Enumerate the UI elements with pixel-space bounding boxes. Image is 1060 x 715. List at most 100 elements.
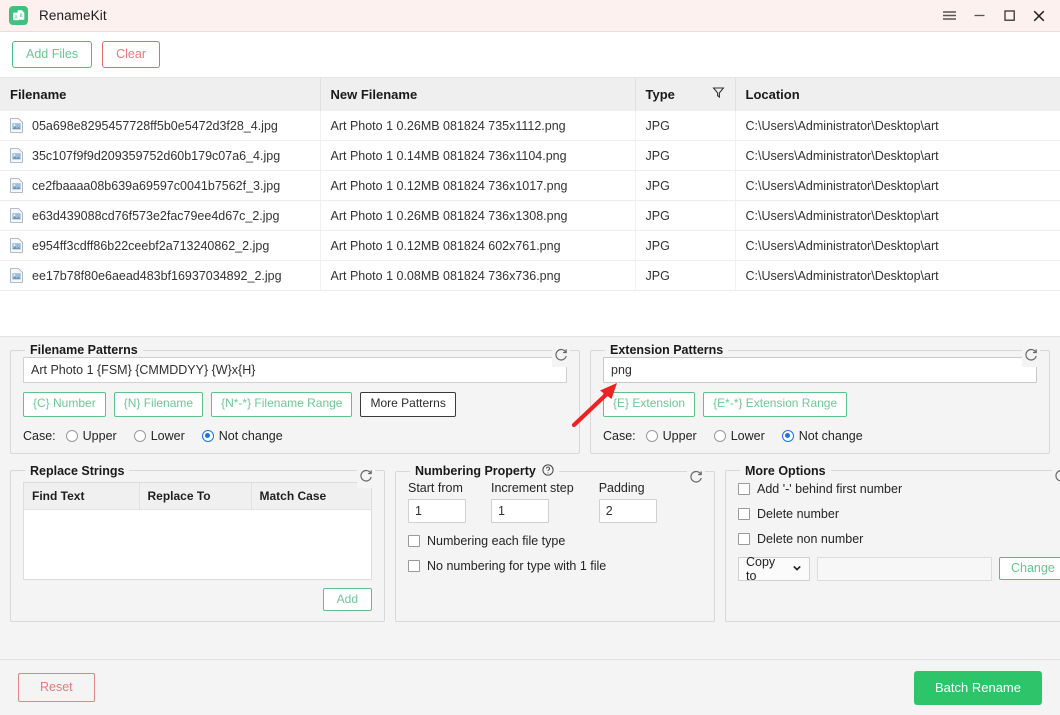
refresh-icon[interactable] bbox=[357, 468, 375, 488]
numbering-property-panel: Numbering Property Start from 1 Incremen… bbox=[395, 463, 715, 622]
filename-patterns-panel: Filename Patterns {C} Number {N} Filenam… bbox=[10, 343, 580, 454]
svg-text:B: B bbox=[19, 13, 22, 19]
reset-button[interactable]: Reset bbox=[18, 673, 95, 702]
cell-new-filename: Art Photo 1 0.12MB 081824 736x1017.png bbox=[320, 170, 636, 201]
title-bar: A B RenameKit bbox=[0, 0, 1060, 32]
cell-location: C:\Users\Administrator\Desktop\art bbox=[735, 140, 1060, 171]
bottom-action-bar: Reset Batch Rename bbox=[0, 659, 1060, 715]
replace-strings-table[interactable]: Find Text Replace To Match Case bbox=[23, 481, 372, 580]
column-header-type[interactable]: Type bbox=[635, 78, 736, 111]
chip-extension-range-token[interactable]: {E*-*} Extension Range bbox=[703, 392, 848, 417]
column-header-match-case: Match Case bbox=[251, 482, 371, 510]
filename-text: ce2fbaaaa08b639a69597c0041b7562f_3.jpg bbox=[32, 178, 281, 193]
table-row[interactable]: e954ff3cdff86b22ceebf2a713240862_2.jpg A… bbox=[0, 230, 1060, 261]
start-from-input[interactable] bbox=[408, 498, 466, 523]
column-header-find-text: Find Text bbox=[24, 482, 140, 510]
increment-step-field: Increment step bbox=[491, 481, 574, 523]
image-file-icon bbox=[10, 238, 23, 253]
checkbox-add-dash-behind-first-number[interactable]: Add '-' behind first number bbox=[738, 482, 1060, 496]
numbering-title-text: Numbering Property bbox=[415, 463, 536, 478]
numbering-fields: Start from Increment step Padding bbox=[408, 481, 702, 523]
menu-icon[interactable] bbox=[934, 1, 964, 31]
radio-label: Upper bbox=[82, 428, 117, 443]
batch-rename-button[interactable]: Batch Rename bbox=[914, 670, 1042, 705]
add-files-button[interactable]: Add Files bbox=[12, 40, 93, 69]
refresh-icon[interactable] bbox=[1022, 348, 1040, 367]
add-replace-rule-button[interactable]: Add bbox=[322, 587, 372, 611]
padding-input[interactable] bbox=[598, 498, 657, 523]
checkbox-numbering-each-file-type[interactable]: Numbering each file type bbox=[408, 534, 702, 548]
radio-case-not-change[interactable]: Not change bbox=[201, 428, 283, 443]
more-options-title: More Options bbox=[745, 463, 826, 478]
cell-filename: 35c107f9f9d209359752d60b179c07a6_4.jpg bbox=[0, 140, 321, 171]
filename-text: 05a698e8295457728ff5b0e5472d3f28_4.jpg bbox=[32, 118, 278, 133]
help-icon[interactable] bbox=[542, 464, 554, 479]
clear-button[interactable]: Clear bbox=[102, 40, 160, 69]
radio-circle bbox=[713, 429, 726, 442]
radio-label: Upper bbox=[662, 428, 697, 443]
copy-to-path-input[interactable] bbox=[817, 556, 992, 581]
checkbox-label: No numbering for type with 1 file bbox=[427, 558, 607, 573]
chip-filename-token[interactable]: {N} Filename bbox=[113, 392, 204, 417]
column-header-filename[interactable]: Filename bbox=[0, 78, 321, 111]
radio-case-lower[interactable]: Lower bbox=[133, 429, 185, 443]
chip-extension-token[interactable]: {E} Extension bbox=[603, 392, 696, 417]
image-file-icon bbox=[10, 118, 23, 133]
filename-pattern-input[interactable] bbox=[23, 357, 567, 383]
column-header-new-filename[interactable]: New Filename bbox=[320, 78, 636, 111]
chip-filename-range-token[interactable]: {N*-*} Filename Range bbox=[211, 392, 353, 417]
extension-pattern-input[interactable] bbox=[603, 357, 1037, 383]
cell-location: C:\Users\Administrator\Desktop\art bbox=[735, 170, 1060, 201]
file-list-table[interactable]: Filename New Filename Type Location 05a6… bbox=[0, 78, 1060, 337]
chip-number-token[interactable]: {C} Number bbox=[23, 392, 106, 417]
filter-icon[interactable] bbox=[711, 86, 725, 102]
replace-strings-footer: Add bbox=[23, 587, 372, 611]
renamekit-window: A B RenameKit Add Files Clear Filename N… bbox=[0, 0, 1060, 715]
table-row[interactable]: ee17b78f80e6aead483bf16937034892_2.jpg A… bbox=[0, 260, 1060, 291]
checkbox-box bbox=[738, 482, 750, 495]
maximize-icon[interactable] bbox=[994, 1, 1024, 31]
column-header-location[interactable]: Location bbox=[735, 78, 1060, 111]
radio-ext-case-not-change[interactable]: Not change bbox=[781, 428, 863, 443]
table-row[interactable]: 05a698e8295457728ff5b0e5472d3f28_4.jpg A… bbox=[0, 111, 1060, 141]
increment-step-input[interactable] bbox=[491, 498, 549, 523]
checkbox-delete-number[interactable]: Delete number bbox=[738, 507, 1060, 521]
cell-filename: e954ff3cdff86b22ceebf2a713240862_2.jpg bbox=[0, 230, 321, 261]
cell-new-filename: Art Photo 1 0.26MB 081824 736x1308.png bbox=[320, 200, 636, 231]
more-patterns-button[interactable]: More Patterns bbox=[360, 392, 456, 417]
radio-ext-case-upper[interactable]: Upper bbox=[645, 428, 697, 443]
radio-circle bbox=[645, 429, 658, 442]
refresh-icon[interactable] bbox=[552, 348, 570, 367]
table-row[interactable]: ce2fbaaaa08b639a69597c0041b7562f_3.jpg A… bbox=[0, 170, 1060, 201]
cell-type: JPG bbox=[635, 170, 736, 201]
copy-to-dropdown[interactable]: Copy to bbox=[738, 554, 810, 583]
cell-filename: ce2fbaaaa08b639a69597c0041b7562f_3.jpg bbox=[0, 170, 321, 201]
checkbox-no-numbering-single-file[interactable]: No numbering for type with 1 file bbox=[408, 559, 702, 573]
radio-circle bbox=[65, 429, 78, 442]
radio-label: Not change bbox=[798, 428, 863, 443]
radio-ext-case-lower[interactable]: Lower bbox=[713, 429, 765, 443]
refresh-icon[interactable] bbox=[687, 469, 705, 489]
cell-location: C:\Users\Administrator\Desktop\art bbox=[735, 230, 1060, 261]
table-row[interactable]: 35c107f9f9d209359752d60b179c07a6_4.jpg A… bbox=[0, 140, 1060, 171]
copy-to-value: Copy to bbox=[746, 554, 776, 583]
increment-step-label: Increment step bbox=[491, 480, 574, 495]
refresh-icon[interactable] bbox=[1051, 468, 1060, 488]
checkbox-delete-non-number[interactable]: Delete non number bbox=[738, 532, 1060, 546]
cell-new-filename: Art Photo 1 0.12MB 081824 602x761.png bbox=[320, 230, 636, 261]
minimize-icon[interactable] bbox=[964, 1, 994, 31]
extension-case-options: Case: Upper Lower Not change bbox=[603, 429, 1037, 443]
cell-type: JPG bbox=[635, 230, 736, 261]
column-label: Type bbox=[645, 86, 675, 102]
radio-label: Not change bbox=[218, 428, 283, 443]
cell-type: JPG bbox=[635, 260, 736, 291]
close-icon[interactable] bbox=[1024, 1, 1054, 31]
table-row[interactable]: e63d439088cd76f573e2fac79ee4d67c_2.jpg A… bbox=[0, 200, 1060, 231]
radio-circle bbox=[781, 429, 794, 442]
radio-case-upper[interactable]: Upper bbox=[65, 428, 117, 443]
cell-new-filename: Art Photo 1 0.08MB 081824 736x736.png bbox=[320, 260, 636, 291]
change-button[interactable]: Change bbox=[999, 557, 1060, 581]
options-row: Replace Strings Find Text Replace To Mat… bbox=[10, 463, 1060, 622]
image-file-icon bbox=[10, 268, 23, 283]
replace-header-row: Find Text Replace To Match Case bbox=[24, 482, 371, 510]
